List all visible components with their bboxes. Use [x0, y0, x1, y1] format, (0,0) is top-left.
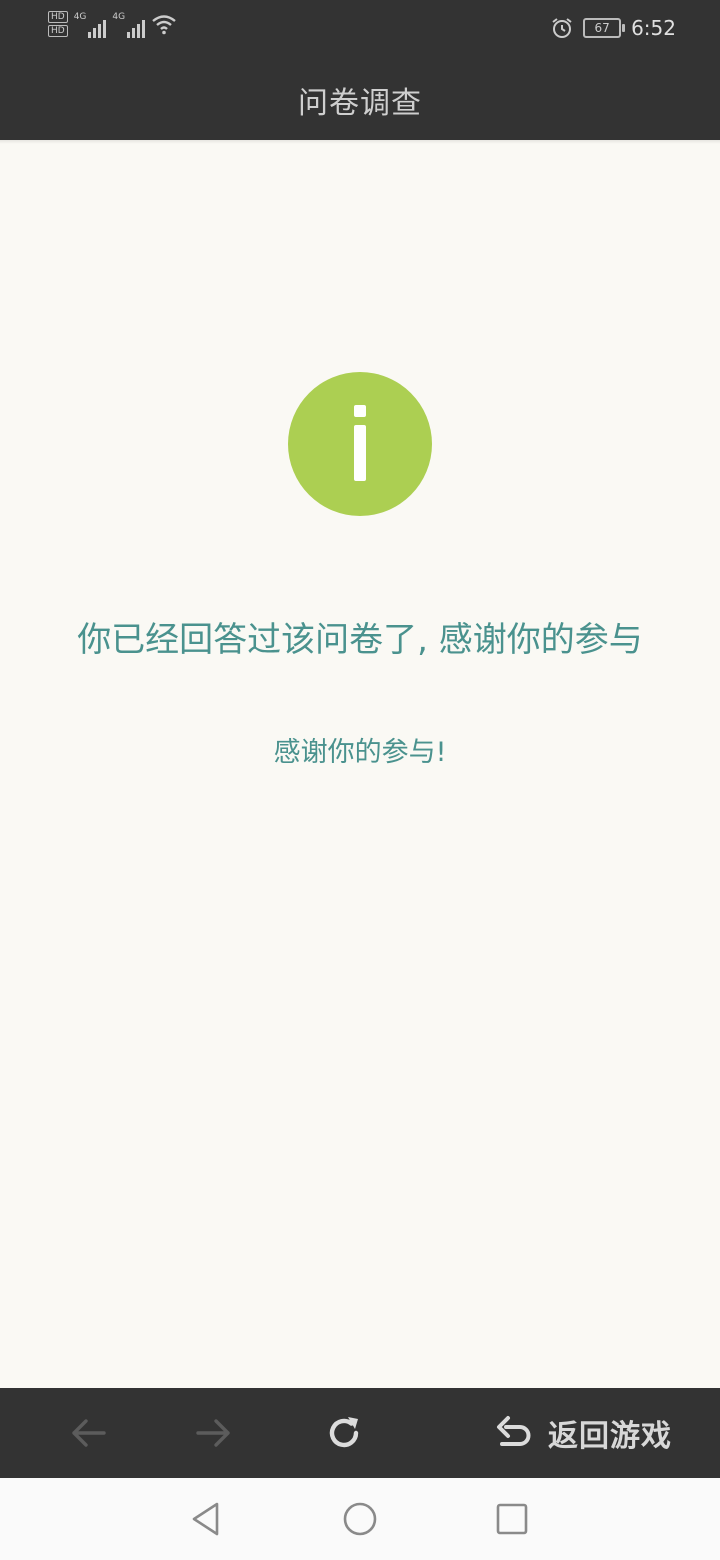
battery-icon: 67: [583, 18, 626, 38]
status-bar: HD HD 4G 4G 67 6:52: [0, 0, 720, 60]
answered-message: 你已经回答过该问卷了, 感谢你的参与: [77, 620, 643, 660]
nav-back-icon: [192, 1502, 219, 1536]
network-type-label: 4G: [112, 12, 126, 22]
clock: 6:52: [631, 16, 676, 40]
undo-icon: [497, 1416, 531, 1446]
hd-badge: HD: [48, 25, 68, 37]
nav-recents-button[interactable]: [492, 1499, 532, 1539]
nav-recents-icon: [496, 1503, 528, 1535]
browser-toolbar: 返回游戏: [0, 1388, 720, 1478]
arrow-left-icon: [72, 1419, 106, 1447]
signal-icon: 4G: [74, 10, 107, 38]
signal-icon: 4G: [112, 10, 146, 38]
status-left: HD HD 4G 4G: [48, 10, 177, 38]
app-bar-shadow: [0, 140, 720, 144]
hd-icon: HD HD: [48, 11, 68, 37]
app-bar: 问卷调查: [0, 60, 720, 140]
forward-button[interactable]: [188, 1388, 240, 1478]
network-type-label: 4G: [73, 12, 87, 22]
status-right: 67 6:52: [551, 16, 676, 40]
refresh-icon: [329, 1417, 359, 1448]
thanks-message: 感谢你的参与!: [273, 737, 447, 768]
wifi-icon: [152, 15, 176, 35]
page-title: 问卷调查: [298, 86, 422, 121]
return-to-game-label: 返回游戏: [548, 1419, 672, 1454]
alarm-icon: [552, 18, 572, 38]
back-button[interactable]: [62, 1388, 114, 1478]
return-to-game-button[interactable]: 返回游戏: [494, 1388, 690, 1478]
arrow-right-icon: [196, 1419, 230, 1447]
nav-home-button[interactable]: [340, 1499, 380, 1539]
nav-home-icon: [343, 1502, 377, 1536]
system-nav-bar: [0, 1478, 720, 1560]
info-icon: [288, 372, 432, 516]
reload-button[interactable]: [318, 1388, 370, 1478]
nav-back-button[interactable]: [186, 1499, 226, 1539]
hd-badge: HD: [48, 11, 68, 23]
